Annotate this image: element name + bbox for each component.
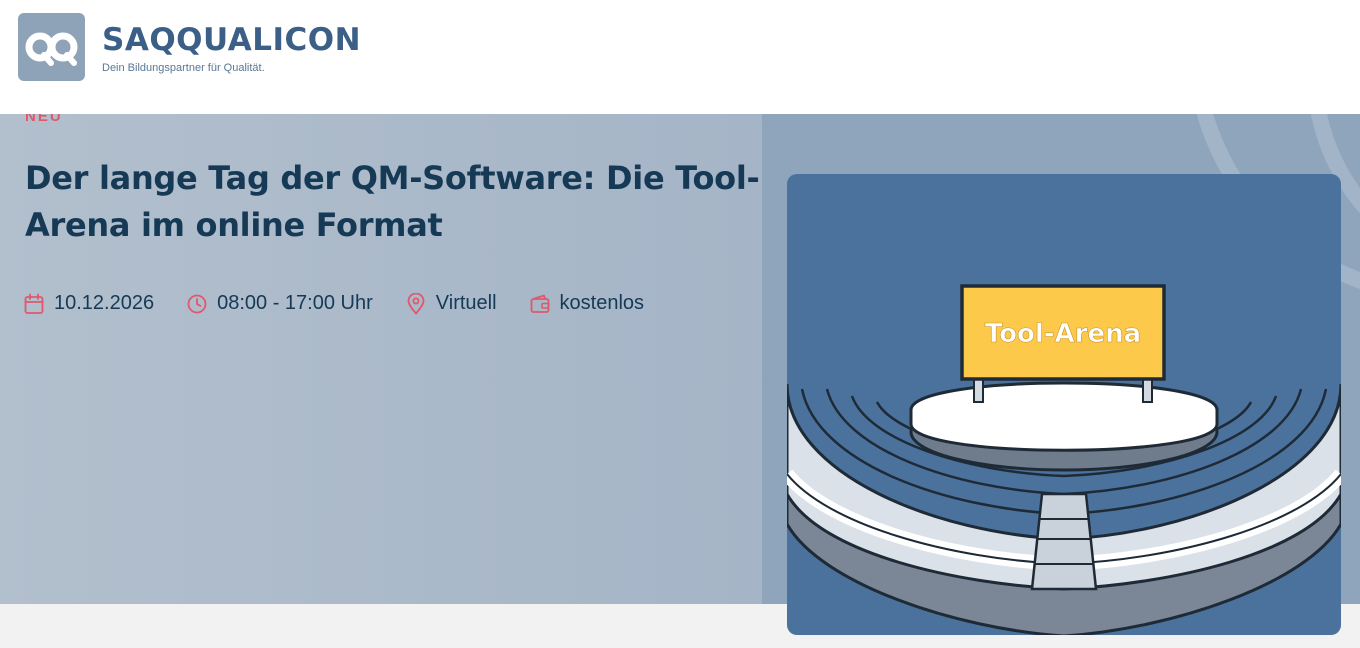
brand-tagline: Dein Bildungspartner für Qualität. [102, 62, 265, 74]
event-meta: 10.12.2026 08:00 - 17:00 Uhr Virtuell ko… [24, 292, 677, 315]
event-date-value: 10.12.2026 [54, 292, 155, 314]
event-date: 10.12.2026 [24, 292, 154, 315]
event-location: Virtuell [406, 292, 497, 315]
event-time-value: 08:00 - 17:00 Uhr [217, 292, 373, 314]
brand-name: SAQQUALICON [102, 22, 362, 58]
event-image: Tool-Arena [787, 174, 1341, 635]
event-title: Der lange Tag der QM-Software: Die Tool-… [25, 159, 760, 244]
event-time: 08:00 - 17:00 Uhr [187, 292, 373, 315]
wallet-icon [530, 294, 549, 313]
logo-text: SAQQUALICON Dein Bildungspartner für Qua… [102, 23, 361, 74]
arena-sign-text: Tool-Arena [985, 319, 1141, 349]
event-price: kostenlos [530, 292, 645, 315]
calendar-icon [24, 293, 44, 314]
clock-icon [187, 294, 207, 313]
logo-link[interactable]: SAQQUALICON Dein Bildungspartner für Qua… [18, 13, 361, 81]
location-pin-icon [407, 292, 425, 314]
logo-qq-icon [25, 32, 77, 66]
event-location-value: Virtuell [435, 292, 497, 314]
event-price-value: kostenlos [559, 292, 645, 314]
site-header: SAQQUALICON Dein Bildungspartner für Qua… [0, 0, 1360, 114]
category-tag: NEU [25, 114, 63, 125]
arena-illustration: Tool-Arena [787, 284, 1341, 635]
logo-mark [18, 13, 85, 81]
